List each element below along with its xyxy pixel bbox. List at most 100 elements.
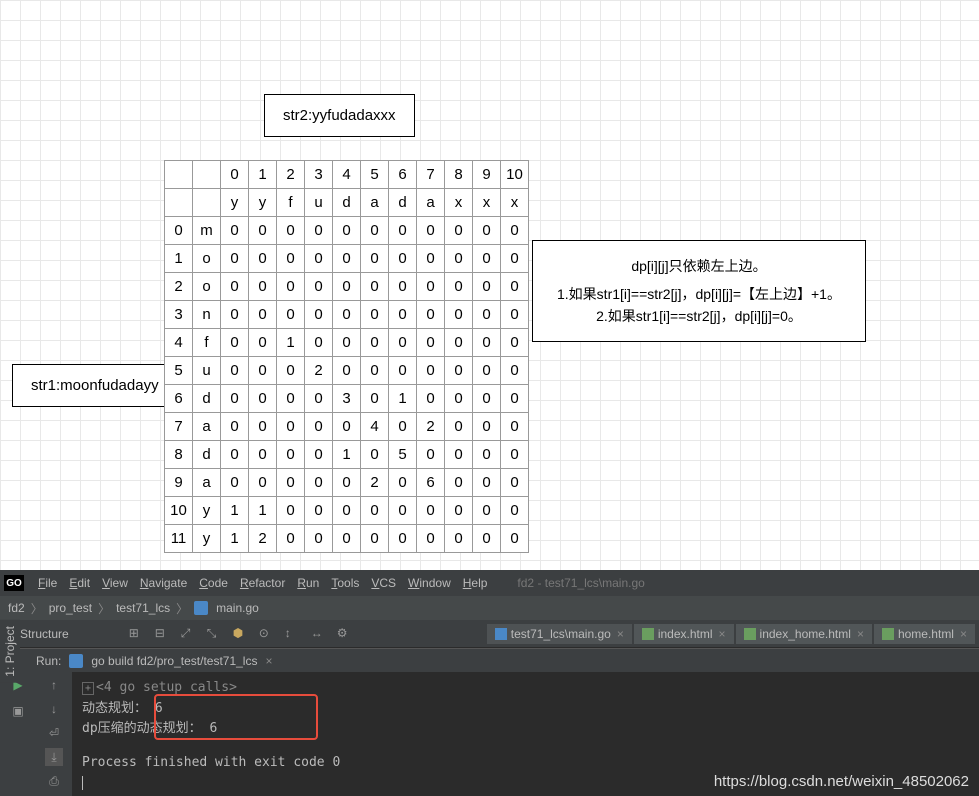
dp-cell: 0	[501, 329, 529, 357]
editor-tab[interactable]: test71_lcs\main.go×	[487, 624, 632, 644]
dp-cell: 0	[361, 217, 389, 245]
dp-cell: 0	[473, 217, 501, 245]
editor-tab[interactable]: home.html ×	[874, 624, 975, 644]
dp-cell: 0	[249, 217, 277, 245]
col-index: 3	[305, 161, 333, 189]
dp-cell: 0	[417, 301, 445, 329]
dp-cell: 0	[305, 441, 333, 469]
row-char: d	[193, 385, 221, 413]
menu-file[interactable]: File	[32, 574, 63, 592]
folder-icon[interactable]: ▣	[9, 702, 27, 720]
row-char: y	[193, 497, 221, 525]
settings-icon[interactable]: ⚙	[337, 626, 353, 642]
collapse-icon[interactable]: ⤡	[207, 626, 223, 642]
tab-label: index_home.html	[760, 627, 851, 641]
up-arrow-icon[interactable]: ↑	[45, 676, 63, 694]
close-tab-icon[interactable]: ×	[857, 627, 864, 641]
dp-cell: 0	[361, 245, 389, 273]
dp-cell: 0	[277, 217, 305, 245]
dp-cell: 0	[277, 497, 305, 525]
col-char: d	[333, 189, 361, 217]
menu-run[interactable]: Run	[291, 574, 325, 592]
menu-code[interactable]: Code	[193, 574, 234, 592]
menu-vcs[interactable]: VCS	[365, 574, 402, 592]
close-tab-icon[interactable]: ×	[960, 627, 967, 641]
breadcrumb-item[interactable]: main.go	[216, 601, 259, 615]
menu-edit[interactable]: Edit	[63, 574, 96, 592]
col-index: 8	[445, 161, 473, 189]
explanation-line: 2.如果str1[i]==str2[j]，dp[i][j]=0。	[557, 305, 841, 327]
dp-cell: 0	[277, 385, 305, 413]
chevron-right-icon: 〉	[31, 600, 43, 617]
dp-cell: 0	[277, 273, 305, 301]
breadcrumb-item[interactable]: pro_test	[49, 601, 92, 615]
editor-tab[interactable]: index_home.html ×	[736, 624, 872, 644]
scroll-end-icon[interactable]: ⤓	[45, 748, 63, 766]
close-run-icon[interactable]: ×	[265, 654, 272, 668]
run-label: Run:	[36, 654, 61, 668]
scroll-from-icon[interactable]: ↔	[311, 626, 327, 642]
menu-bar: FileEditViewNavigateCodeRefactorRunTools…	[0, 570, 979, 596]
breadcrumb-item[interactable]: fd2	[8, 601, 25, 615]
print-icon[interactable]: ⎙	[45, 772, 63, 790]
dp-cell: 0	[305, 385, 333, 413]
dp-cell: 0	[305, 525, 333, 553]
editor-tab[interactable]: index.html×	[634, 624, 734, 644]
row-char: m	[193, 217, 221, 245]
dp-cell: 0	[389, 469, 417, 497]
scroll-to-icon[interactable]: ↕	[285, 626, 301, 642]
dp-cell: 0	[277, 469, 305, 497]
dp-cell: 0	[305, 329, 333, 357]
dp-cell: 0	[249, 329, 277, 357]
col-char: y	[249, 189, 277, 217]
dp-cell: 0	[445, 497, 473, 525]
goland-logo-icon	[4, 575, 24, 591]
project-side-tab[interactable]: 1: Project	[0, 620, 20, 683]
soft-wrap-icon[interactable]: ⏎	[45, 724, 63, 742]
dp-cell: 0	[305, 245, 333, 273]
row-index: 11	[165, 525, 193, 553]
dp-cell: 0	[445, 357, 473, 385]
row-index: 7	[165, 413, 193, 441]
dp-cell: 1	[389, 385, 417, 413]
col-char: x	[501, 189, 529, 217]
row-index: 0	[165, 217, 193, 245]
breadcrumb-item[interactable]: test71_lcs	[116, 601, 170, 615]
col-index: 6	[389, 161, 417, 189]
row-char: a	[193, 469, 221, 497]
dp-cell: 0	[361, 301, 389, 329]
dp-cell: 0	[305, 497, 333, 525]
dp-cell: 0	[501, 245, 529, 273]
menu-view[interactable]: View	[96, 574, 134, 592]
col-char: f	[277, 189, 305, 217]
dp-cell: 0	[445, 245, 473, 273]
struct-icon[interactable]: ⬢	[233, 626, 249, 642]
expand-icon[interactable]: ⤢	[181, 626, 197, 642]
col-index: 2	[277, 161, 305, 189]
down-arrow-icon[interactable]: ↓	[45, 700, 63, 718]
dp-cell: 0	[501, 525, 529, 553]
window-context: fd2 - test71_lcs\main.go	[517, 576, 644, 590]
dp-cell: 0	[249, 441, 277, 469]
menu-navigate[interactable]: Navigate	[134, 574, 193, 592]
pin-icon[interactable]: ⊙	[259, 626, 275, 642]
dp-cell: 0	[417, 525, 445, 553]
close-tab-icon[interactable]: ×	[719, 627, 726, 641]
dp-cell: 0	[277, 357, 305, 385]
row-index: 3	[165, 301, 193, 329]
filter-icon[interactable]: ⊟	[155, 626, 171, 642]
dp-cell: 0	[473, 469, 501, 497]
menu-refactor[interactable]: Refactor	[234, 574, 291, 592]
sort-icon[interactable]: ⊞	[129, 626, 145, 642]
menu-help[interactable]: Help	[457, 574, 494, 592]
structure-label[interactable]: Structure	[20, 627, 69, 641]
run-config-name[interactable]: go build fd2/pro_test/test71_lcs	[91, 654, 257, 668]
menu-tools[interactable]: Tools	[325, 574, 365, 592]
highlight-annotation	[154, 694, 318, 740]
close-tab-icon[interactable]: ×	[617, 627, 624, 641]
row-index: 10	[165, 497, 193, 525]
tab-label: home.html	[898, 627, 954, 641]
menu-window[interactable]: Window	[402, 574, 457, 592]
col-index: 1	[249, 161, 277, 189]
dp-cell: 0	[473, 245, 501, 273]
